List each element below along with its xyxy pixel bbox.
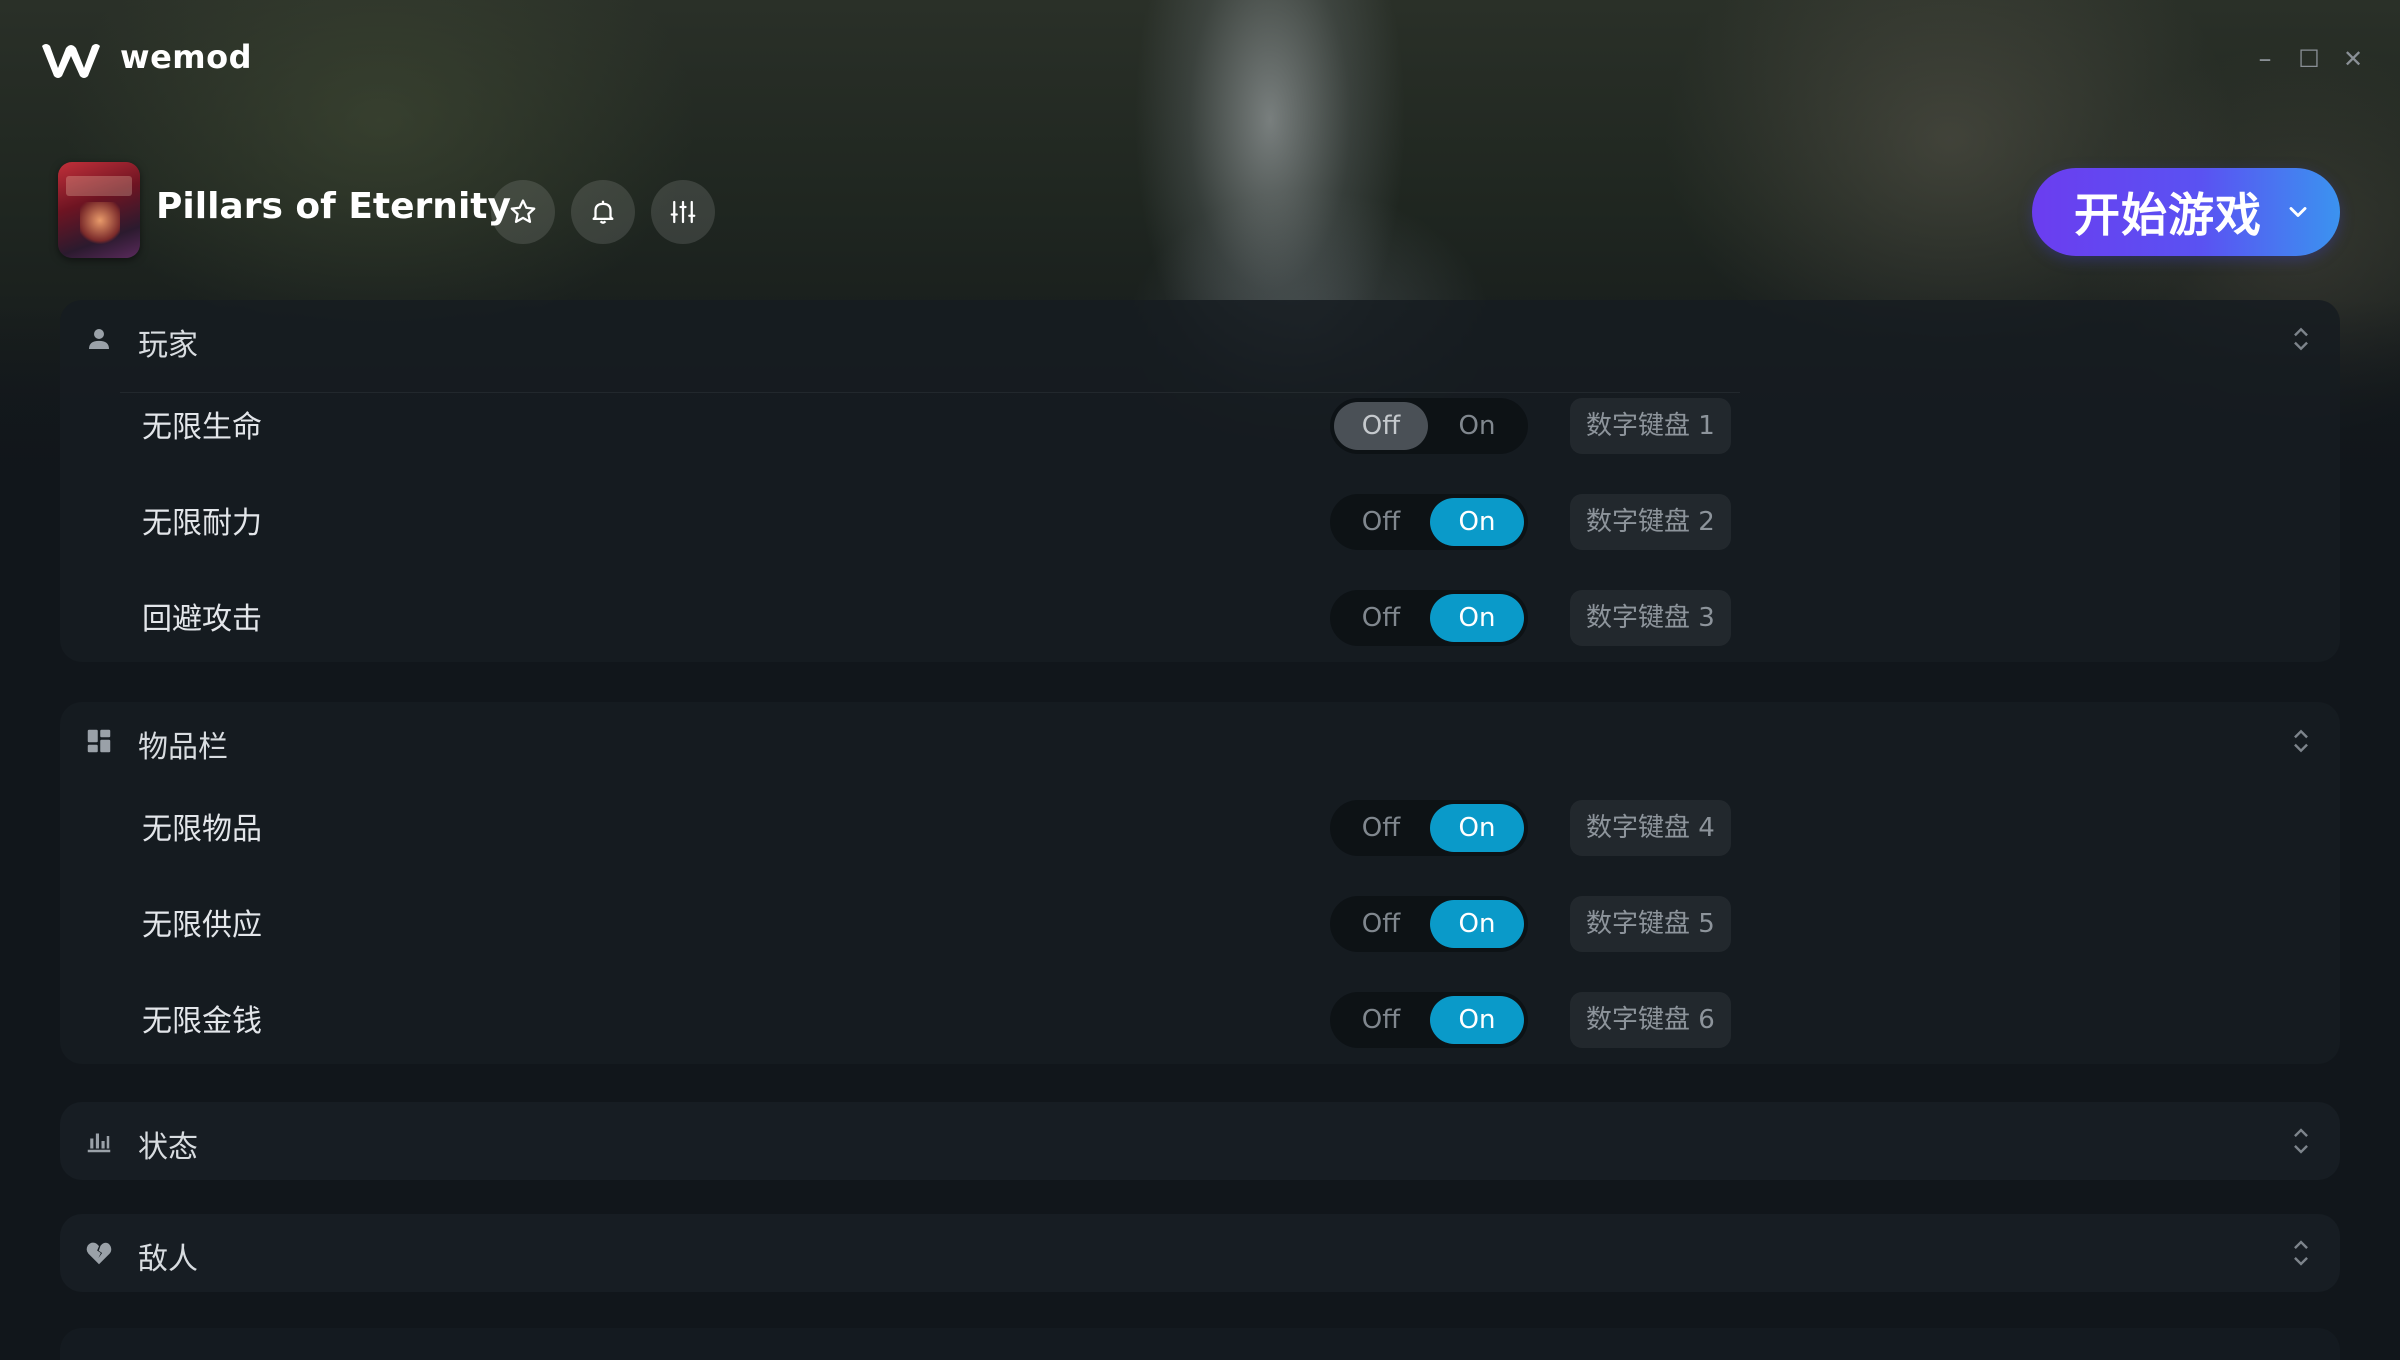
toggle-on-option[interactable]: On — [1430, 804, 1524, 852]
toggle-on-option[interactable]: On — [1430, 402, 1524, 450]
favorite-button[interactable] — [491, 180, 555, 244]
sliders-icon — [670, 200, 696, 224]
cheat-toggle[interactable]: Off On — [1330, 398, 1528, 454]
section-player: 玩家 无限生命 Off On 数字键盘 1 无限耐力 Off On 数字键盘 2… — [60, 300, 2340, 662]
toggle-on-option[interactable]: On — [1430, 900, 1524, 948]
chevron-down-icon[interactable] — [2284, 198, 2312, 226]
cheat-row: 无限生命 Off On 数字键盘 1 — [60, 378, 2340, 474]
toggle-off-option[interactable]: Off — [1334, 594, 1428, 642]
settings-button[interactable] — [651, 180, 715, 244]
minimize-icon[interactable]: – — [2250, 44, 2280, 74]
wemod-window: wemod – ☐ ✕ Pillars of Eternity 开始游戏 玩家 … — [0, 0, 2400, 1360]
game-cover-image — [58, 162, 140, 258]
cheat-toggle[interactable]: Off On — [1330, 992, 1528, 1048]
start-game-label: 开始游戏 — [2074, 188, 2262, 242]
cover-banner — [66, 176, 132, 196]
bell-icon — [592, 200, 614, 224]
app-brand: wemod — [120, 38, 252, 76]
hotkey-badge[interactable]: 数字键盘 4 — [1570, 800, 1731, 856]
section-header-player[interactable]: 玩家 — [60, 300, 2340, 378]
expand-icon[interactable] — [2288, 1236, 2314, 1270]
maximize-icon[interactable]: ☐ — [2294, 44, 2324, 74]
toggle-off-option[interactable]: Off — [1334, 402, 1428, 450]
notifications-button[interactable] — [571, 180, 635, 244]
cheat-label: 无限供应 — [142, 908, 262, 943]
toggle-off-option[interactable]: Off — [1334, 996, 1428, 1044]
hotkey-badge[interactable]: 数字键盘 2 — [1570, 494, 1731, 550]
section-header-enemies[interactable]: 敌人 — [60, 1214, 2340, 1292]
game-title: Pillars of Eternity — [156, 186, 511, 227]
person-icon — [89, 329, 109, 349]
cheat-row: 无限耐力 Off On 数字键盘 2 — [60, 474, 2340, 570]
section-title: 玩家 — [138, 328, 198, 363]
section-title: 敌人 — [138, 1242, 198, 1277]
cheat-row: 无限金钱 Off On 数字键盘 6 — [60, 972, 2340, 1068]
toggle-off-option[interactable]: Off — [1334, 498, 1428, 546]
broken-heart-icon — [86, 1242, 112, 1265]
cheat-toggle[interactable]: Off On — [1330, 494, 1528, 550]
title-bar: wemod – ☐ ✕ — [0, 0, 2400, 120]
grid-icon — [87, 729, 111, 753]
star-icon — [510, 199, 536, 223]
hotkey-badge[interactable]: 数字键盘 3 — [1570, 590, 1731, 646]
cheat-row: 回避攻击 Off On 数字键盘 3 — [60, 570, 2340, 666]
cheat-label: 无限金钱 — [142, 1004, 262, 1039]
cheat-label: 无限物品 — [142, 812, 262, 847]
hotkey-badge[interactable]: 数字键盘 1 — [1570, 398, 1731, 454]
hotkey-badge[interactable]: 数字键盘 6 — [1570, 992, 1731, 1048]
expand-icon[interactable] — [2288, 1124, 2314, 1158]
cheat-label: 回避攻击 — [142, 602, 262, 637]
toggle-on-option[interactable]: On — [1430, 594, 1524, 642]
section-header-stats[interactable]: 状态 — [60, 1102, 2340, 1180]
collapse-icon[interactable] — [2288, 322, 2314, 356]
cheat-label: 无限耐力 — [142, 506, 262, 541]
start-game-button[interactable]: 开始游戏 — [2032, 168, 2340, 256]
cover-figure — [80, 202, 120, 248]
bar-chart-icon — [87, 1133, 111, 1153]
cheat-toggle[interactable]: Off On — [1330, 896, 1528, 952]
cheat-toggle[interactable]: Off On — [1330, 800, 1528, 856]
toggle-off-option[interactable]: Off — [1334, 804, 1428, 852]
close-icon[interactable]: ✕ — [2338, 44, 2368, 74]
toggle-on-option[interactable]: On — [1430, 996, 1524, 1044]
cheat-label: 无限生命 — [142, 410, 262, 445]
section-stats: 状态 — [60, 1102, 2340, 1180]
section-title: 物品栏 — [138, 730, 228, 765]
collapse-icon[interactable] — [2288, 724, 2314, 758]
wemod-logo-icon — [42, 44, 100, 78]
section-enemies: 敌人 — [60, 1214, 2340, 1292]
toggle-off-option[interactable]: Off — [1334, 900, 1428, 948]
cheat-row: 无限物品 Off On 数字键盘 4 — [60, 780, 2340, 876]
cheat-toggle[interactable]: Off On — [1330, 590, 1528, 646]
section-next-partial — [60, 1328, 2340, 1360]
cheat-row: 无限供应 Off On 数字键盘 5 — [60, 876, 2340, 972]
toggle-on-option[interactable]: On — [1430, 498, 1524, 546]
section-title: 状态 — [138, 1130, 198, 1165]
section-header-inventory[interactable]: 物品栏 — [60, 702, 2340, 780]
section-inventory: 物品栏 无限物品 Off On 数字键盘 4 无限供应 Off On 数字键盘 … — [60, 702, 2340, 1064]
hotkey-badge[interactable]: 数字键盘 5 — [1570, 896, 1731, 952]
